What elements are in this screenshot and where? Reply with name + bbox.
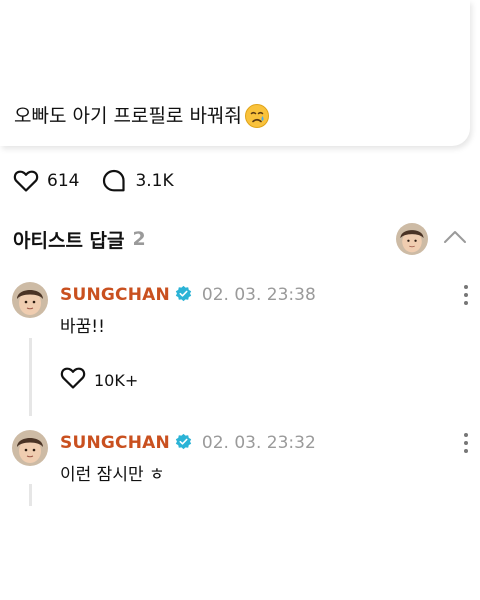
author-name[interactable]: SUNGCHAN bbox=[60, 433, 170, 453]
comment-text: 바꿈!! bbox=[60, 317, 105, 337]
comment-button[interactable]: 3.1K bbox=[101, 168, 174, 194]
comment-meta: SUNGCHAN 02. 03. 23:32 bbox=[60, 430, 316, 456]
artist-replies-header: 아티스트 답글 2 bbox=[13, 223, 470, 255]
comment-item: SUNGCHAN 02. 03. 23:32 이런 잠시만 ㅎ bbox=[0, 428, 480, 508]
author-name[interactable]: SUNGCHAN bbox=[60, 285, 170, 305]
avatar[interactable] bbox=[12, 430, 48, 466]
more-options-icon[interactable] bbox=[462, 284, 470, 310]
artist-replies-count: 2 bbox=[132, 228, 146, 250]
comment-timestamp: 02. 03. 23:38 bbox=[201, 285, 316, 305]
collapse-chevron-up-icon[interactable] bbox=[442, 227, 468, 251]
artist-avatar bbox=[396, 223, 428, 255]
comment-item: SUNGCHAN 02. 03. 23:38 바꿈!! 10K+ bbox=[0, 280, 480, 420]
crying-face-emoji-icon bbox=[244, 103, 270, 129]
like-count: 614 bbox=[47, 171, 80, 191]
post-text-row: 오빠도 아기 프로필로 바꿔줘 bbox=[14, 101, 270, 131]
post-card: 오빠도 아기 프로필로 바꿔줘 bbox=[0, 0, 470, 146]
more-options-icon[interactable] bbox=[462, 432, 470, 458]
comment-like-button[interactable]: 10K+ bbox=[60, 366, 138, 394]
heart-icon bbox=[60, 366, 86, 394]
heart-icon bbox=[13, 169, 39, 193]
like-button[interactable]: 614 bbox=[13, 169, 79, 193]
comment-text: 이런 잠시만 ㅎ bbox=[60, 465, 165, 485]
verified-badge-icon bbox=[175, 433, 192, 454]
verified-badge-icon bbox=[175, 285, 192, 306]
thread-line bbox=[29, 338, 32, 416]
comment-meta: SUNGCHAN 02. 03. 23:38 bbox=[60, 282, 316, 308]
reactions-bar: 614 3.1K bbox=[13, 167, 196, 195]
thread-line bbox=[29, 484, 32, 506]
comment-count: 3.1K bbox=[135, 171, 174, 191]
avatar[interactable] bbox=[12, 282, 48, 318]
artist-replies-title: 아티스트 답글 bbox=[13, 229, 125, 252]
comment-like-count: 10K+ bbox=[94, 370, 139, 390]
comment-timestamp: 02. 03. 23:32 bbox=[201, 433, 316, 453]
post-text: 오빠도 아기 프로필로 바꿔줘 bbox=[14, 105, 242, 127]
comment-bubble-icon bbox=[101, 168, 127, 194]
page: 오빠도 아기 프로필로 바꿔줘 614 3.1K 아티스트 답글 2 SUNGC… bbox=[0, 0, 480, 600]
